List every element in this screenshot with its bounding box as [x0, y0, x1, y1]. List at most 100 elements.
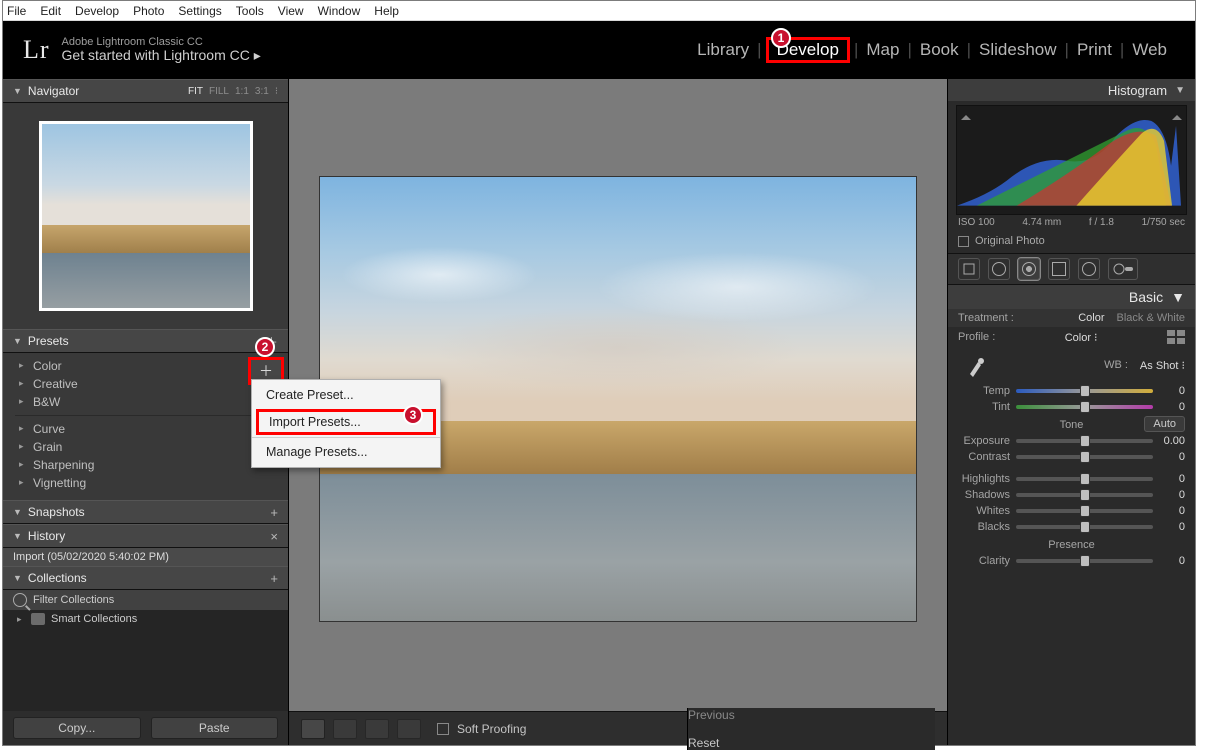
smart-collections[interactable]: Smart Collections — [3, 610, 288, 628]
reset-button[interactable]: Reset — [688, 736, 935, 750]
search-icon — [13, 593, 27, 607]
previous-button[interactable]: Previous — [688, 708, 935, 722]
module-library[interactable]: Library — [689, 40, 757, 60]
clarity-value[interactable]: 0 — [1153, 555, 1185, 567]
history-header[interactable]: ▼ History × — [3, 524, 288, 548]
preset-group[interactable]: Curve — [3, 420, 288, 438]
profile-value[interactable]: Color ⁝ — [1065, 331, 1098, 344]
exposure-value[interactable]: 0.00 — [1153, 435, 1185, 447]
copy-button[interactable]: Copy... — [13, 717, 141, 739]
nav-3-1[interactable]: 3:1 — [255, 86, 269, 97]
menu-photo[interactable]: Photo — [133, 4, 164, 18]
profile-browser-icon[interactable] — [1167, 330, 1185, 344]
swap-button[interactable] — [397, 719, 421, 739]
preset-group[interactable]: Vignetting — [3, 474, 288, 492]
os-menu[interactable]: File Edit Develop Photo Settings Tools V… — [3, 1, 1195, 21]
tint-value[interactable]: 0 — [1153, 401, 1185, 413]
whites-slider[interactable]: Whites0 — [948, 503, 1195, 519]
add-collection-button[interactable]: + — [270, 571, 278, 586]
presets-header[interactable]: ▼ Presets ＋ — [3, 329, 288, 353]
collections-header[interactable]: ▼ Collections + — [3, 566, 288, 590]
collapse-icon: ▼ — [1171, 289, 1185, 305]
filter-collections-input[interactable]: Filter Collections — [3, 590, 288, 610]
treatment-color[interactable]: Color — [1078, 312, 1104, 324]
histogram-header[interactable]: Histogram ▼ — [948, 79, 1195, 101]
nav-fit[interactable]: FIT — [188, 86, 203, 97]
add-snapshot-button[interactable]: + — [270, 505, 278, 520]
loupe-view-button[interactable] — [301, 719, 325, 739]
treatment-bw[interactable]: Black & White — [1117, 312, 1185, 324]
copy-paste-bar: Copy... Paste — [3, 711, 288, 745]
checkbox-icon[interactable] — [958, 236, 969, 247]
clear-history-button[interactable]: × — [270, 529, 278, 544]
preset-group[interactable]: Grain — [3, 438, 288, 456]
temp-slider[interactable]: Temp0 — [948, 383, 1195, 399]
nav-more-icon[interactable]: ⁝ — [275, 86, 278, 97]
module-map[interactable]: Map — [858, 40, 907, 60]
preset-group[interactable]: Color — [3, 357, 288, 375]
paste-button[interactable]: Paste — [151, 717, 279, 739]
history-entry[interactable]: Import (05/02/2020 5:40:02 PM) — [3, 548, 288, 566]
clipping-shadow-icon[interactable] — [961, 110, 971, 120]
menu-create-preset[interactable]: Create Preset... — [252, 383, 440, 407]
menu-edit[interactable]: Edit — [40, 4, 61, 18]
getting-started-link[interactable]: Get started with Lightroom CC ▸ — [62, 48, 261, 63]
highlights-value[interactable]: 0 — [1153, 473, 1185, 485]
menu-file[interactable]: File — [7, 4, 26, 18]
before-after-tb-button[interactable] — [365, 719, 389, 739]
preset-group[interactable]: Sharpening — [3, 456, 288, 474]
clipping-highlight-icon[interactable] — [1172, 110, 1182, 120]
graduated-filter-tool[interactable] — [1048, 258, 1070, 280]
menu-settings[interactable]: Settings — [178, 4, 221, 18]
nav-1-1[interactable]: 1:1 — [235, 86, 249, 97]
module-print[interactable]: Print — [1069, 40, 1120, 60]
temp-value[interactable]: 0 — [1153, 385, 1185, 397]
original-photo-toggle[interactable]: Original Photo — [948, 232, 1195, 253]
menu-help[interactable]: Help — [374, 4, 399, 18]
redeye-tool[interactable] — [1018, 258, 1040, 280]
shadows-slider[interactable]: Shadows0 — [948, 487, 1195, 503]
radial-filter-tool[interactable] — [1078, 258, 1100, 280]
preset-group[interactable]: B&W — [3, 393, 288, 411]
snapshots-header[interactable]: ▼ Snapshots + — [3, 500, 288, 524]
histogram[interactable] — [956, 105, 1187, 215]
soft-proofing-checkbox[interactable] — [437, 723, 449, 735]
callout-3: 3 — [403, 405, 423, 425]
module-web[interactable]: Web — [1124, 40, 1175, 60]
app-header: Lr Adobe Lightroom Classic CC Get starte… — [3, 21, 1195, 79]
menu-develop[interactable]: Develop — [75, 4, 119, 18]
module-book[interactable]: Book — [912, 40, 967, 60]
auto-button[interactable]: Auto — [1144, 416, 1185, 432]
navigator-preview[interactable] — [3, 103, 288, 329]
contrast-value[interactable]: 0 — [1153, 451, 1185, 463]
snapshots-title: Snapshots — [28, 505, 85, 519]
before-after-lr-button[interactable] — [333, 719, 357, 739]
eyedropper-icon[interactable] — [966, 352, 986, 378]
spot-removal-tool[interactable] — [988, 258, 1010, 280]
adjustment-brush-tool[interactable] — [1108, 258, 1138, 280]
shadows-value[interactable]: 0 — [1153, 489, 1185, 501]
tint-slider[interactable]: Tint0 — [948, 399, 1195, 415]
module-slideshow[interactable]: Slideshow — [971, 40, 1065, 60]
exposure-slider[interactable]: Exposure 0.00 — [948, 433, 1195, 449]
navigator-header[interactable]: ▼ Navigator FIT FILL 1:1 3:1 ⁝ — [3, 79, 288, 103]
preset-group[interactable]: Creative — [3, 375, 288, 393]
blacks-slider[interactable]: Blacks0 — [948, 519, 1195, 535]
menu-view[interactable]: View — [278, 4, 304, 18]
collapse-icon: ▼ — [13, 336, 22, 346]
crop-tool[interactable] — [958, 258, 980, 280]
basic-header[interactable]: Basic ▼ — [948, 285, 1195, 309]
wb-value[interactable]: As Shot ⁝ — [1140, 359, 1185, 372]
menu-manage-presets[interactable]: Manage Presets... — [252, 440, 440, 464]
nav-fill[interactable]: FILL — [209, 86, 229, 97]
blacks-value[interactable]: 0 — [1153, 521, 1185, 533]
highlights-slider[interactable]: Highlights0 — [948, 471, 1195, 487]
soft-proofing-label: Soft Proofing — [457, 722, 526, 736]
clarity-slider[interactable]: Clarity0 — [948, 553, 1195, 569]
menu-tools[interactable]: Tools — [236, 4, 264, 18]
original-photo-label: Original Photo — [975, 235, 1045, 247]
whites-value[interactable]: 0 — [1153, 505, 1185, 517]
contrast-slider[interactable]: Contrast0 — [948, 449, 1195, 465]
menu-window[interactable]: Window — [318, 4, 361, 18]
exposure-label: Exposure — [958, 435, 1016, 447]
